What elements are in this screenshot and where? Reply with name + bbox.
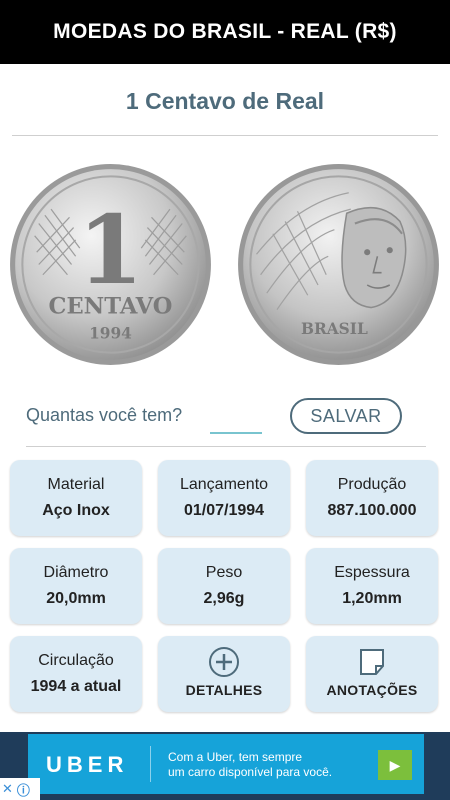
card-circulation: Circulação 1994 a atual [10, 636, 142, 712]
ad-choices[interactable]: ✕ ⓘ [0, 778, 40, 800]
notes-button-label: ANOTAÇÕES [326, 682, 418, 698]
card-release: Lançamento 01/07/1994 [158, 460, 290, 536]
diameter-label: Diâmetro [43, 564, 109, 581]
material-value: Aço Inox [42, 502, 110, 519]
card-thickness: Espessura 1,20mm [306, 548, 438, 624]
ad-line-2: um carro disponível para você. [168, 765, 333, 779]
divider-middle [26, 446, 426, 447]
notes-button[interactable]: ANOTAÇÕES [306, 636, 438, 712]
coin-title: 1 Centavo de Real [125, 88, 325, 114]
ad-brand: UBER [46, 752, 129, 777]
card-material: Material Aço Inox [10, 460, 142, 536]
ad-banner[interactable]: UBER Com a Uber, tem sempre um carro dis… [0, 732, 450, 800]
app-title: MOEDAS DO BRASIL - REAL (R$) [53, 20, 397, 43]
ad-text: Com a Uber, tem sempre um carro disponív… [168, 750, 332, 780]
card-production: Produção 887.100.000 [306, 460, 438, 536]
app-title-bar: MOEDAS DO BRASIL - REAL (R$) [0, 0, 450, 64]
plus-circle-icon [209, 647, 239, 677]
weight-label: Peso [205, 564, 243, 581]
thickness-value: 1,20mm [342, 590, 402, 607]
coin-front-value: 1 [78, 195, 144, 306]
ad-separator [150, 746, 151, 782]
ad-content[interactable]: UBER Com a Uber, tem sempre um carro dis… [28, 734, 424, 794]
coin-front-unit: CENTAVO [49, 294, 173, 320]
coin-back-country: BRASIL [301, 320, 368, 338]
close-icon[interactable]: ✕ [2, 781, 13, 797]
card-weight: Peso 2,96g [158, 548, 290, 624]
coin-back-image[interactable]: BRASIL [236, 162, 441, 367]
production-value: 887.100.000 [327, 502, 417, 519]
card-diameter: Diâmetro 20,0mm [10, 548, 142, 624]
note-icon [360, 649, 384, 675]
circulation-label: Circulação [38, 652, 114, 669]
details-button[interactable]: DETALHES [158, 636, 290, 712]
quantity-row: Quantas você tem? SALVAR [26, 396, 424, 440]
production-label: Produção [337, 476, 407, 493]
coin-front-year: 1994 [89, 324, 132, 342]
ad-line-1: Com a Uber, tem sempre [168, 750, 303, 764]
material-label: Material [47, 476, 105, 493]
circulation-value: 1994 a atual [30, 678, 122, 695]
thickness-label: Espessura [334, 564, 410, 581]
play-arrow-icon[interactable]: ▶ [378, 750, 412, 780]
divider-top [12, 135, 438, 136]
weight-value: 2,96g [203, 590, 245, 607]
diameter-value: 20,0mm [46, 590, 106, 607]
release-label: Lançamento [179, 476, 269, 493]
info-icon[interactable]: ⓘ [17, 780, 30, 799]
quantity-label: Quantas você tem? [26, 405, 183, 425]
coin-front-image[interactable]: 1 CENTAVO 1994 [8, 162, 213, 367]
quantity-input[interactable] [210, 400, 262, 434]
details-button-label: DETALHES [185, 682, 263, 698]
coin-images: 1 CENTAVO 1994 BRASIL [0, 158, 450, 373]
release-value: 01/07/1994 [183, 502, 265, 519]
save-button[interactable]: SALVAR [290, 398, 402, 434]
